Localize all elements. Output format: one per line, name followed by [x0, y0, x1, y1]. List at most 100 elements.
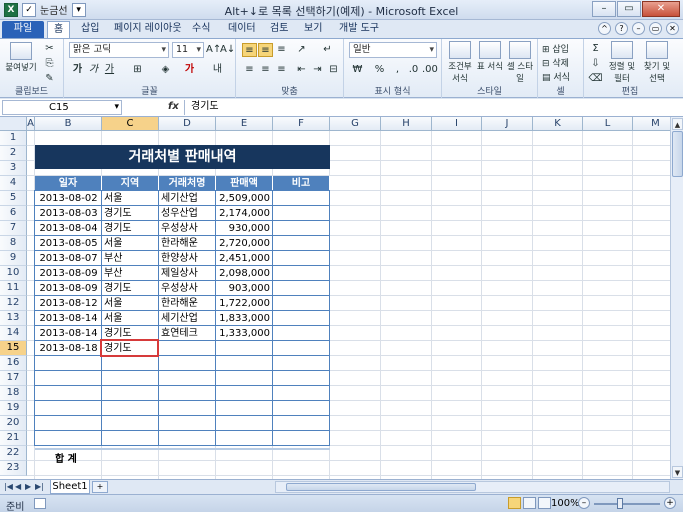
table-cell[interactable]: 세기산업: [159, 191, 216, 206]
table-cell[interactable]: 한라해운: [159, 296, 216, 311]
table-cell[interactable]: 한라해운: [159, 236, 216, 251]
table-cell[interactable]: 세기산업: [159, 311, 216, 326]
column-header-l[interactable]: L: [583, 117, 633, 131]
top-align-icon[interactable]: ≡: [242, 43, 257, 57]
increase-indent-icon[interactable]: ⇥: [310, 63, 325, 77]
tab-file[interactable]: 파일: [2, 21, 44, 38]
column-header-j[interactable]: J: [482, 117, 533, 131]
row-header-9[interactable]: 9: [0, 251, 27, 266]
table-cell[interactable]: [273, 341, 330, 356]
table-header-cell[interactable]: 판매액: [216, 176, 273, 191]
decrease-decimal-icon[interactable]: .00: [422, 63, 438, 77]
cell-styles-button[interactable]: 셀 스타일: [504, 41, 536, 84]
table-cell[interactable]: 2,451,000: [216, 251, 273, 266]
collapse-ribbon-icon[interactable]: ^: [598, 22, 611, 35]
table-cell[interactable]: 서울: [102, 311, 159, 326]
table-cell[interactable]: 2013-08-02: [35, 191, 102, 206]
vertical-scroll-thumb[interactable]: [672, 131, 683, 177]
tab-formulas[interactable]: 수식: [186, 21, 216, 38]
table-cell[interactable]: 경기도: [102, 281, 159, 296]
copy-icon[interactable]: ⎘: [42, 57, 57, 71]
column-header-i[interactable]: I: [432, 117, 482, 131]
autosum-icon[interactable]: Σ: [588, 42, 603, 56]
phonetic-icon[interactable]: 내: [210, 63, 225, 77]
currency-icon[interactable]: ₩: [350, 63, 365, 77]
row-header-6[interactable]: 6: [0, 206, 27, 221]
fill-color-icon[interactable]: ◈: [158, 63, 173, 77]
delete-cells-button[interactable]: ⊟ 삭제: [542, 56, 569, 69]
row-header-11[interactable]: 11: [0, 281, 27, 296]
tab-page-layout[interactable]: 페이지 레이아웃: [108, 21, 188, 38]
number-format-dropdown[interactable]: 일반: [349, 42, 437, 58]
table-cell[interactable]: 2013-08-03: [35, 206, 102, 221]
insert-function-icon[interactable]: fx: [168, 101, 179, 112]
table-cell[interactable]: 1,833,000: [216, 311, 273, 326]
table-cell[interactable]: 서울: [102, 236, 159, 251]
tab-review[interactable]: 검토: [264, 21, 294, 38]
find-select-button[interactable]: 찾기 및 선택: [640, 41, 674, 84]
row-header-20[interactable]: 20: [0, 416, 27, 431]
table-cell[interactable]: 2013-08-09: [35, 281, 102, 296]
align-center-icon[interactable]: ≡: [258, 63, 273, 77]
table-cell[interactable]: [273, 311, 330, 326]
vertical-scrollbar[interactable]: ▲ ▼: [670, 117, 683, 479]
row-header-5[interactable]: 5: [0, 191, 27, 206]
table-cell[interactable]: 효연테크: [159, 326, 216, 341]
sort-filter-button[interactable]: 정렬 및 필터: [606, 41, 638, 84]
table-cell[interactable]: [273, 296, 330, 311]
table-cell[interactable]: [273, 236, 330, 251]
format-as-table-button[interactable]: 표 서식: [476, 41, 504, 72]
formula-input[interactable]: 경기도: [184, 100, 680, 115]
italic-button[interactable]: 가: [86, 63, 101, 77]
align-left-icon[interactable]: ≡: [242, 63, 257, 77]
table-cell[interactable]: 2013-08-09: [35, 266, 102, 281]
align-right-icon[interactable]: ≡: [274, 63, 289, 77]
insert-sheet-icon[interactable]: +: [92, 481, 108, 493]
tab-home[interactable]: 홈: [47, 21, 71, 38]
middle-align-icon[interactable]: ≡: [258, 43, 273, 57]
table-cell[interactable]: [273, 281, 330, 296]
tab-insert[interactable]: 삽입: [75, 21, 105, 38]
column-header-f[interactable]: F: [273, 117, 330, 131]
column-header-h[interactable]: H: [381, 117, 432, 131]
workbook-minimize-icon[interactable]: –: [632, 22, 645, 35]
table-cell[interactable]: [273, 221, 330, 236]
horizontal-scrollbar[interactable]: [275, 481, 670, 493]
page-break-view-icon[interactable]: [538, 497, 551, 509]
first-sheet-icon[interactable]: |◀: [4, 482, 13, 491]
row-header-10[interactable]: 10: [0, 266, 27, 281]
row-header-22[interactable]: 22: [0, 446, 27, 461]
table-cell[interactable]: 부산: [102, 251, 159, 266]
zoom-in-icon[interactable]: +: [664, 497, 676, 509]
row-header-23[interactable]: 23: [0, 461, 27, 476]
table-cell[interactable]: 우성상사: [159, 221, 216, 236]
horizontal-scroll-thumb[interactable]: [286, 483, 476, 491]
last-sheet-icon[interactable]: ▶|: [35, 482, 44, 491]
font-size-dropdown[interactable]: 11: [172, 42, 204, 58]
restore-button[interactable]: ▭: [617, 1, 641, 17]
column-header-e[interactable]: E: [216, 117, 273, 131]
row-header-8[interactable]: 8: [0, 236, 27, 251]
column-header-a[interactable]: A: [27, 117, 35, 131]
paste-button[interactable]: 붙여넣기: [4, 42, 38, 73]
bottom-align-icon[interactable]: ≡: [274, 43, 289, 57]
minimize-button[interactable]: –: [592, 1, 616, 17]
tab-developer[interactable]: 개발 도구: [333, 21, 385, 38]
table-header-cell[interactable]: 지역: [102, 176, 159, 191]
column-header-b[interactable]: B: [35, 117, 102, 131]
scroll-down-icon[interactable]: ▼: [672, 466, 683, 478]
zoom-slider-track[interactable]: [594, 503, 660, 505]
table-header-cell[interactable]: 거래처명: [159, 176, 216, 191]
page-layout-view-icon[interactable]: [523, 497, 536, 509]
table-cell[interactable]: [216, 341, 273, 356]
table-cell[interactable]: 2,174,000: [216, 206, 273, 221]
row-header-19[interactable]: 19: [0, 401, 27, 416]
table-cell[interactable]: [273, 251, 330, 266]
underline-button[interactable]: 가: [102, 63, 117, 77]
worksheet-grid[interactable]: A B C D E F G H I J K L M 1 2 3 4 5 6 7 8 9 10 11 12 13 14 15 16 17 18…: [0, 117, 670, 479]
table-cell[interactable]: 2013-08-12: [35, 296, 102, 311]
zoom-slider-thumb[interactable]: [617, 498, 623, 509]
table-cell[interactable]: 2013-08-14: [35, 311, 102, 326]
conditional-format-button[interactable]: 조건부 서식: [444, 41, 476, 84]
row-header-16[interactable]: 16: [0, 356, 27, 371]
